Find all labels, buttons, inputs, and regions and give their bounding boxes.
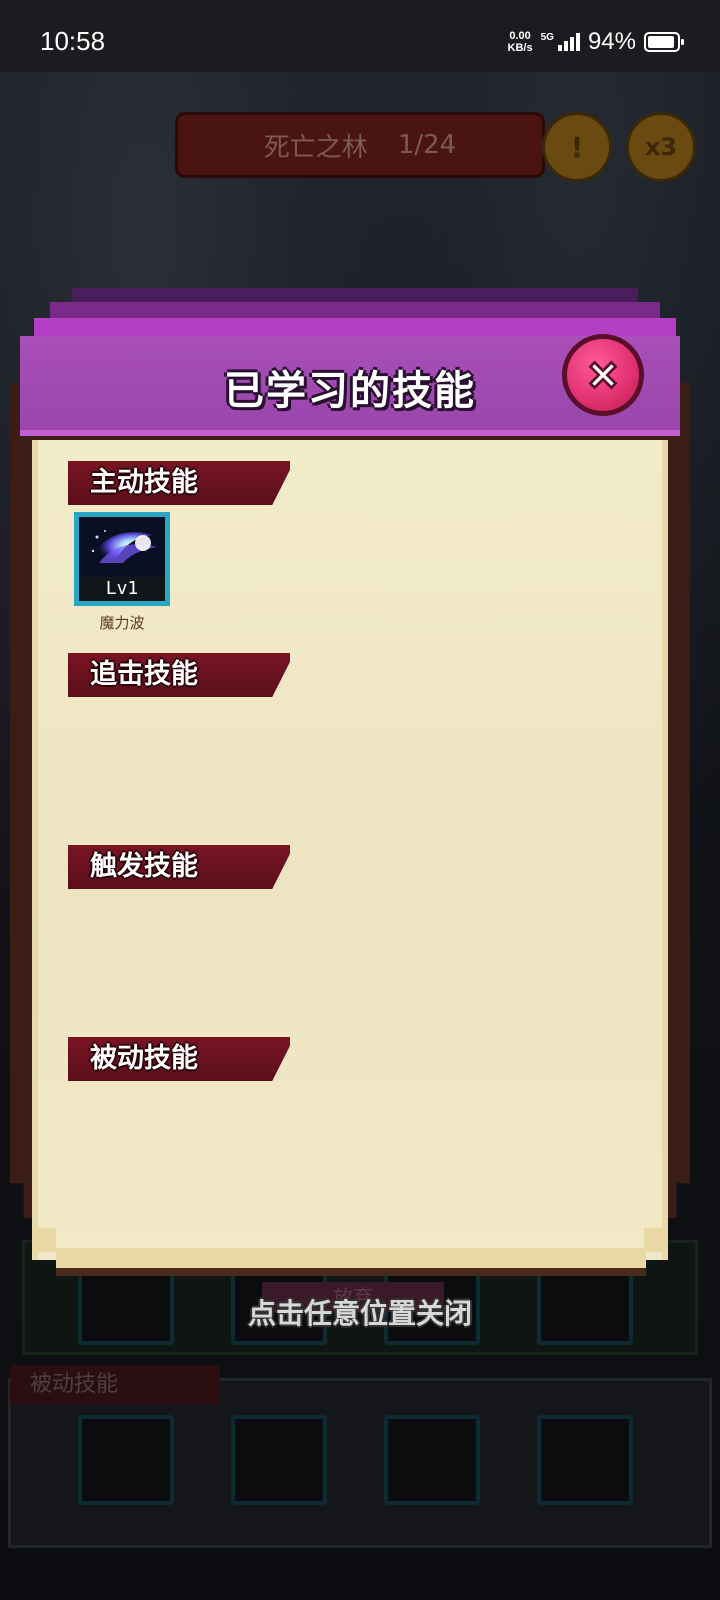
speed-label: x3: [644, 133, 678, 161]
network-speed-value: 0.00: [509, 30, 531, 42]
skill-slot: [384, 1415, 480, 1505]
modal-bottom-edge: [56, 1248, 646, 1276]
skill-slot: [537, 1415, 633, 1505]
modal-corner: [32, 1228, 56, 1252]
skill-item-magic-wave[interactable]: Lv1 魔力波: [72, 512, 172, 633]
modal-header-edge: [34, 318, 676, 336]
status-indicators: 0.00 KB/s 5G 94%: [508, 28, 684, 56]
speed-button: x3: [626, 112, 696, 182]
network-type: 5G: [540, 31, 554, 43]
learned-skills-modal: 已学习的技能 主动技能 Lv1 魔力波 追击技能 触发技能 被动技能: [10, 288, 690, 1278]
exclamation-icon: !: [570, 130, 584, 164]
close-hint[interactable]: 点击任意位置关闭: [0, 1292, 720, 1332]
magic-wave-icon: Lv1: [74, 512, 170, 606]
status-bar: 10:58 0.00 KB/s 5G 94%: [0, 0, 720, 72]
network-speed: 0.00 KB/s: [508, 30, 533, 54]
section-chase-skills: 追击技能: [68, 653, 290, 697]
battery-fill: [648, 36, 675, 48]
network-speed-unit: KB/s: [507, 42, 533, 54]
section-passive-skills: 被动技能: [68, 1037, 290, 1081]
passive-skills-tag: 被动技能: [10, 1365, 220, 1405]
stage-bar: 死亡之林 1/24: [175, 112, 545, 178]
skill-slot: [231, 1415, 327, 1505]
alert-button: !: [542, 112, 612, 182]
skill-name: 魔力波: [99, 614, 145, 632]
passive-slot-row: [78, 1415, 633, 1505]
section-trigger-skills: 触发技能: [68, 845, 290, 889]
status-time: 10:58: [40, 26, 106, 56]
stage-progress: 1/24: [397, 130, 457, 160]
skill-slot: [78, 1415, 174, 1505]
signal-icon: [557, 33, 580, 51]
modal-corner: [644, 1228, 668, 1252]
battery-percent: 94%: [587, 28, 636, 55]
skill-level: Lv1: [79, 577, 165, 601]
battery-icon: [644, 32, 684, 52]
stage-name: 死亡之林: [263, 132, 368, 163]
close-button[interactable]: [562, 334, 644, 416]
section-active-skills: 主动技能: [68, 461, 290, 505]
close-icon: [588, 360, 618, 390]
